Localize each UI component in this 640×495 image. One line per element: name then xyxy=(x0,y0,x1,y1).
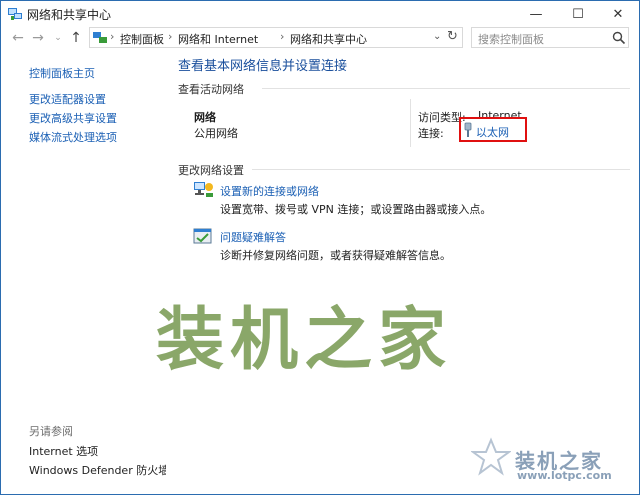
troubleshoot-problems-link[interactable]: 问题疑难解答 xyxy=(220,229,286,245)
network-type: 公用网络 xyxy=(194,127,238,140)
maximize-button[interactable]: ☐ xyxy=(557,1,599,27)
breadcrumb-separator-icon: › xyxy=(168,30,173,43)
close-button[interactable]: ✕ xyxy=(597,1,639,27)
minimize-button[interactable]: — xyxy=(515,1,557,27)
up-arrow-icon: ↑ xyxy=(70,30,82,46)
see-also-heading: 另请参阅 xyxy=(29,425,73,438)
page-title: 查看基本网络信息并设置连接 xyxy=(178,59,348,74)
close-icon: ✕ xyxy=(612,6,624,22)
breadcrumb-separator-icon: › xyxy=(280,30,285,43)
sidebar-change-advanced-sharing[interactable]: 更改高级共享设置 xyxy=(29,110,117,126)
highlight-box xyxy=(459,117,527,142)
network-name: 网络 xyxy=(194,111,216,124)
search-icon[interactable] xyxy=(612,31,626,45)
network-info-divider xyxy=(410,99,411,147)
setup-new-connection-link[interactable]: 设置新的连接或网络 xyxy=(220,183,319,199)
setup-new-connection-description: 设置宽带、拨号或 VPN 连接；或设置路由器或接入点。 xyxy=(220,203,492,216)
control-panel-icon xyxy=(93,31,107,45)
title-bar: 网络和共享中心 — ☐ ✕ xyxy=(1,1,639,27)
address-dropdown-icon[interactable]: ⌄ xyxy=(433,31,441,42)
refresh-icon[interactable]: ↻ xyxy=(447,29,458,44)
address-box[interactable]: › 控制面板 › 网络和 Internet › 网络和共享中心 ⌄ ↻ xyxy=(89,27,463,48)
chevron-down-icon: ⌄ xyxy=(54,33,62,43)
forward-arrow-icon: → xyxy=(32,30,44,46)
network-setup-icon xyxy=(192,179,214,199)
network-app-icon xyxy=(7,6,23,22)
network-sharing-center-window: 网络和共享中心 — ☐ ✕ ← → ⌄ ↑ › 控制面板 › 网络和 Inter… xyxy=(0,0,640,495)
window-title: 网络和共享中心 xyxy=(27,8,112,22)
section-divider xyxy=(252,169,630,170)
change-network-settings-heading: 更改网络设置 xyxy=(178,164,244,177)
sidebar-internet-options[interactable]: Internet 选项 xyxy=(29,443,98,459)
recent-locations-button[interactable]: ⌄ xyxy=(49,28,67,48)
search-input[interactable]: 搜索控制面板 xyxy=(478,31,544,47)
troubleshoot-icon xyxy=(192,227,214,247)
breadcrumb-separator-icon: › xyxy=(110,30,115,43)
breadcrumb-network-internet[interactable]: 网络和 Internet xyxy=(178,31,258,47)
back-button[interactable]: ← xyxy=(9,28,27,48)
active-networks-heading: 查看活动网络 xyxy=(178,83,244,96)
sidebar-change-adapter-settings[interactable]: 更改适配器设置 xyxy=(29,91,106,107)
sidebar-windows-defender-firewall[interactable]: Windows Defender 防火墙 xyxy=(29,462,169,478)
sidebar: 控制面板主页 更改适配器设置 更改高级共享设置 媒体流式处理选项 另请参阅 In… xyxy=(1,49,169,494)
minimize-icon: — xyxy=(529,6,543,22)
troubleshoot-problems-description: 诊断并修复网络问题，或者获得疑难解答信息。 xyxy=(220,249,451,262)
watermark-star-logo xyxy=(469,437,513,477)
section-divider xyxy=(262,88,630,89)
navigation-bar: ← → ⌄ ↑ › 控制面板 › 网络和 Internet › 网络和共享中心 … xyxy=(1,27,639,49)
main-content: 查看基本网络信息并设置连接 查看活动网络 网络 公用网络 访问类型: Inter… xyxy=(166,49,639,494)
maximize-icon: ☐ xyxy=(572,6,584,22)
watermark-text: 装机之家 xyxy=(156,301,453,380)
sidebar-control-panel-home[interactable]: 控制面板主页 xyxy=(29,65,95,81)
sidebar-media-streaming[interactable]: 媒体流式处理选项 xyxy=(29,129,117,145)
back-arrow-icon: ← xyxy=(12,30,24,46)
breadcrumb-control-panel[interactable]: 控制面板 xyxy=(120,31,164,47)
search-box[interactable]: 搜索控制面板 xyxy=(471,27,629,48)
breadcrumb-network-sharing-center[interactable]: 网络和共享中心 xyxy=(290,31,367,47)
watermark-logo-url: www.lotpc.com xyxy=(517,469,612,482)
forward-button[interactable]: → xyxy=(29,28,47,48)
up-button[interactable]: ↑ xyxy=(67,28,85,48)
connections-label: 连接: xyxy=(418,127,444,140)
